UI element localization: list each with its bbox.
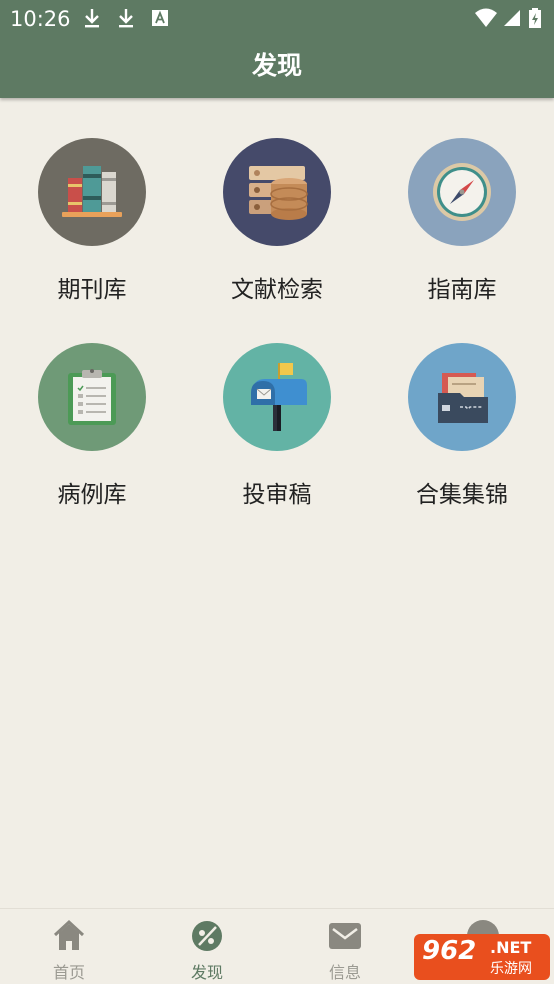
- nav-item-discover[interactable]: 发现: [138, 909, 276, 984]
- battery-icon: [529, 8, 541, 28]
- site-watermark: 962 .NET 乐游网: [414, 934, 550, 980]
- tile-label: 期刊库: [57, 277, 127, 303]
- books-icon: [38, 138, 146, 246]
- nav-item-messages[interactable]: 信息: [276, 909, 414, 984]
- tile-label: 病例库: [57, 482, 127, 508]
- watermark-suffix: .NET: [490, 938, 532, 957]
- download-icon: [119, 9, 133, 28]
- nav-item-home[interactable]: 首页: [0, 909, 138, 984]
- status-bar: 10:26: [0, 0, 554, 38]
- font-a-icon: [152, 10, 168, 26]
- tile-case-library[interactable]: 病例库: [0, 303, 184, 508]
- nav-label: 首页: [52, 963, 85, 982]
- signal-icon: [504, 10, 520, 26]
- tile-submission-review[interactable]: 投审稿: [185, 303, 369, 508]
- tile-guideline-library[interactable]: 指南库: [370, 98, 554, 303]
- tile-literature-search[interactable]: 文献检索: [185, 98, 369, 303]
- tile-label: 指南库: [427, 277, 497, 303]
- home-icon: [53, 919, 85, 950]
- folder-icon: [408, 343, 516, 451]
- mail-icon: [329, 923, 361, 949]
- watermark-brand: 962: [422, 936, 477, 966]
- database-icon: [223, 138, 331, 246]
- clipboard-icon: [38, 343, 146, 451]
- wifi-icon: [475, 8, 497, 27]
- status-time: 10:26: [10, 7, 71, 31]
- compass-icon: [408, 138, 516, 246]
- download-icon: [85, 9, 99, 28]
- nav-label: 信息: [328, 963, 361, 982]
- tile-journal-library[interactable]: 期刊库: [0, 98, 184, 303]
- tile-collections[interactable]: 合集集锦: [370, 303, 554, 508]
- tile-label: 合集集锦: [416, 482, 508, 508]
- app-header: 10:26 发现: [0, 0, 554, 98]
- tile-label: 文献检索: [231, 277, 323, 303]
- watermark-subtitle: 乐游网: [490, 961, 532, 977]
- mailbox-icon: [223, 343, 331, 451]
- page-title: 发现: [251, 51, 302, 80]
- discover-icon: [192, 921, 222, 951]
- tile-label: 投审稿: [242, 482, 312, 508]
- nav-label: 发现: [190, 963, 223, 982]
